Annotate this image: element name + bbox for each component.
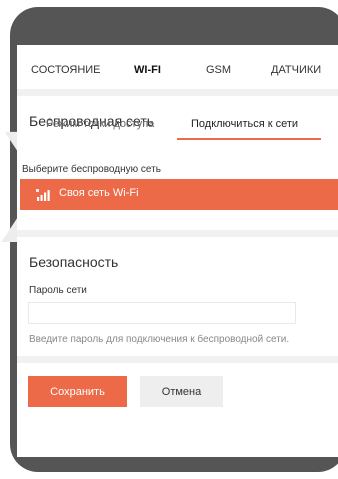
cancel-button[interactable]: Отмена: [140, 376, 223, 407]
section-divider-2: [17, 230, 338, 237]
subtab-connect-network[interactable]: Подключиться к сети: [191, 118, 298, 130]
app-screen: СОСТОЯНИЕ WI-FI GSM ДАТЧИКИ Беспроводная…: [17, 45, 338, 457]
password-hint: Введите пароль для подключения к беспров…: [29, 334, 290, 345]
tab-gsm[interactable]: GSM: [206, 64, 231, 76]
network-item-label: Своя сеть Wi-Fi: [59, 187, 139, 199]
tab-wifi[interactable]: WI-FI: [134, 64, 161, 76]
section-divider-3: [17, 356, 338, 363]
section-divider: [17, 89, 338, 96]
wifi-signal-icon: [36, 189, 50, 201]
top-navigation: СОСТОЯНИЕ WI-FI GSM ДАТЧИКИ: [17, 45, 338, 89]
security-section-title: Безопасность: [29, 254, 119, 270]
screen-content: СОСТОЯНИЕ WI-FI GSM ДАТЧИКИ Беспроводная…: [17, 45, 338, 457]
save-button[interactable]: Сохранить: [28, 376, 127, 407]
tab-sensors[interactable]: ДАТЧИКИ: [271, 64, 321, 76]
network-list-item[interactable]: Своя сеть Wi-Fi: [20, 179, 338, 210]
select-network-label: Выберите беспроводную сеть: [22, 164, 161, 175]
active-subtab-indicator: [177, 138, 321, 140]
subtab-access-point[interactable]: Режим точки доступа: [46, 118, 154, 130]
password-label: Пароль сети: [29, 285, 87, 296]
tab-status[interactable]: СОСТОЯНИЕ: [31, 64, 101, 76]
device-frame-overlay: СОСТОЯНИЕ WI-FI GSM ДАТЧИКИ Беспроводная…: [10, 7, 338, 472]
password-input[interactable]: [28, 302, 296, 324]
